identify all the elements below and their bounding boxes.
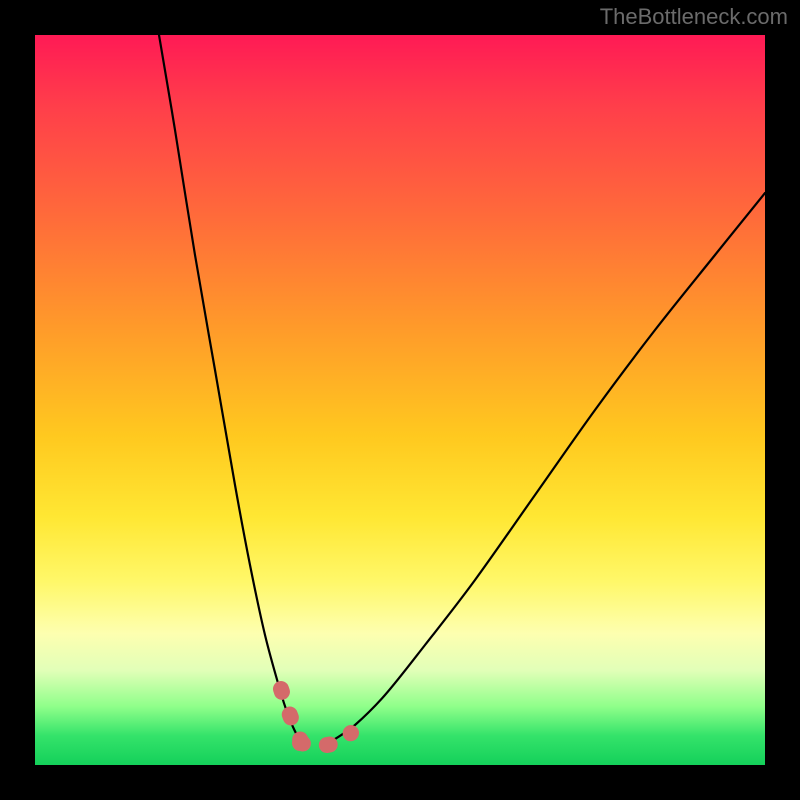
watermark-text: TheBottleneck.com <box>600 4 788 30</box>
series-left-curve <box>159 35 300 739</box>
series-valley-mark-bottom <box>300 733 351 745</box>
curve-layer <box>35 35 765 765</box>
series-right-curve <box>335 193 765 739</box>
chart-frame: TheBottleneck.com <box>0 0 800 800</box>
plot-area <box>35 35 765 765</box>
series-valley-mark-left <box>281 689 302 743</box>
